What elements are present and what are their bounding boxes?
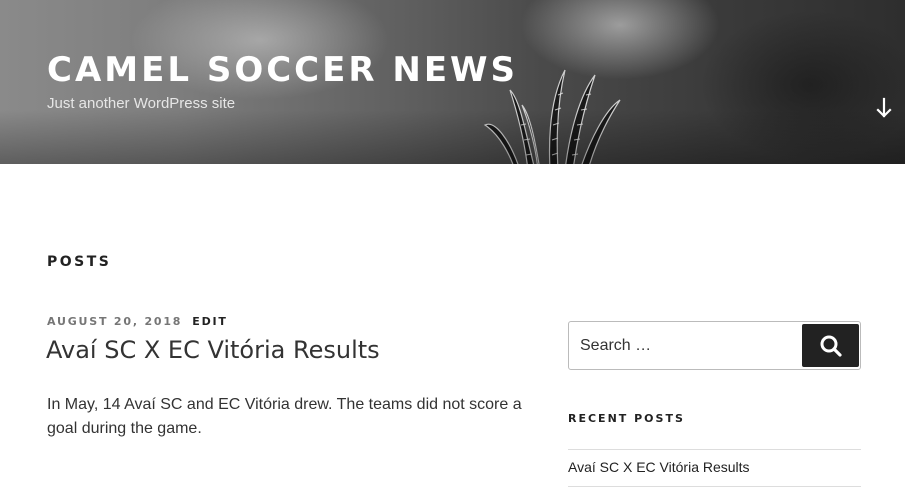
search-icon [820, 335, 842, 357]
site-header: CAMEL SOCCER NEWS Just another WordPress… [0, 0, 905, 164]
page-title: POSTS [47, 254, 112, 270]
search-form [568, 321, 861, 370]
arrow-down-icon [876, 97, 892, 118]
site-description: Just another WordPress site [47, 95, 236, 112]
post-excerpt: In May, 14 Avaí SC and EC Vitória drew. … [47, 396, 522, 437]
recent-posts-list: Avaí SC X EC Vitória Results [568, 449, 861, 487]
search-input[interactable] [569, 322, 799, 369]
scroll-down-button[interactable] [872, 96, 896, 120]
site-title[interactable]: CAMEL SOCCER NEWS [47, 50, 518, 90]
entry-meta: AUGUST 20, 2018 EDIT [47, 315, 228, 328]
recent-posts-title: RECENT POSTS [568, 412, 685, 425]
search-button[interactable] [802, 324, 859, 367]
post-date[interactable]: AUGUST 20, 2018 [47, 315, 182, 328]
edit-link[interactable]: EDIT [192, 315, 227, 328]
post-title[interactable]: Avaí SC X EC Vitória Results [46, 336, 380, 364]
recent-post-item[interactable]: Avaí SC X EC Vitória Results [568, 450, 861, 487]
header-shade [0, 110, 905, 164]
